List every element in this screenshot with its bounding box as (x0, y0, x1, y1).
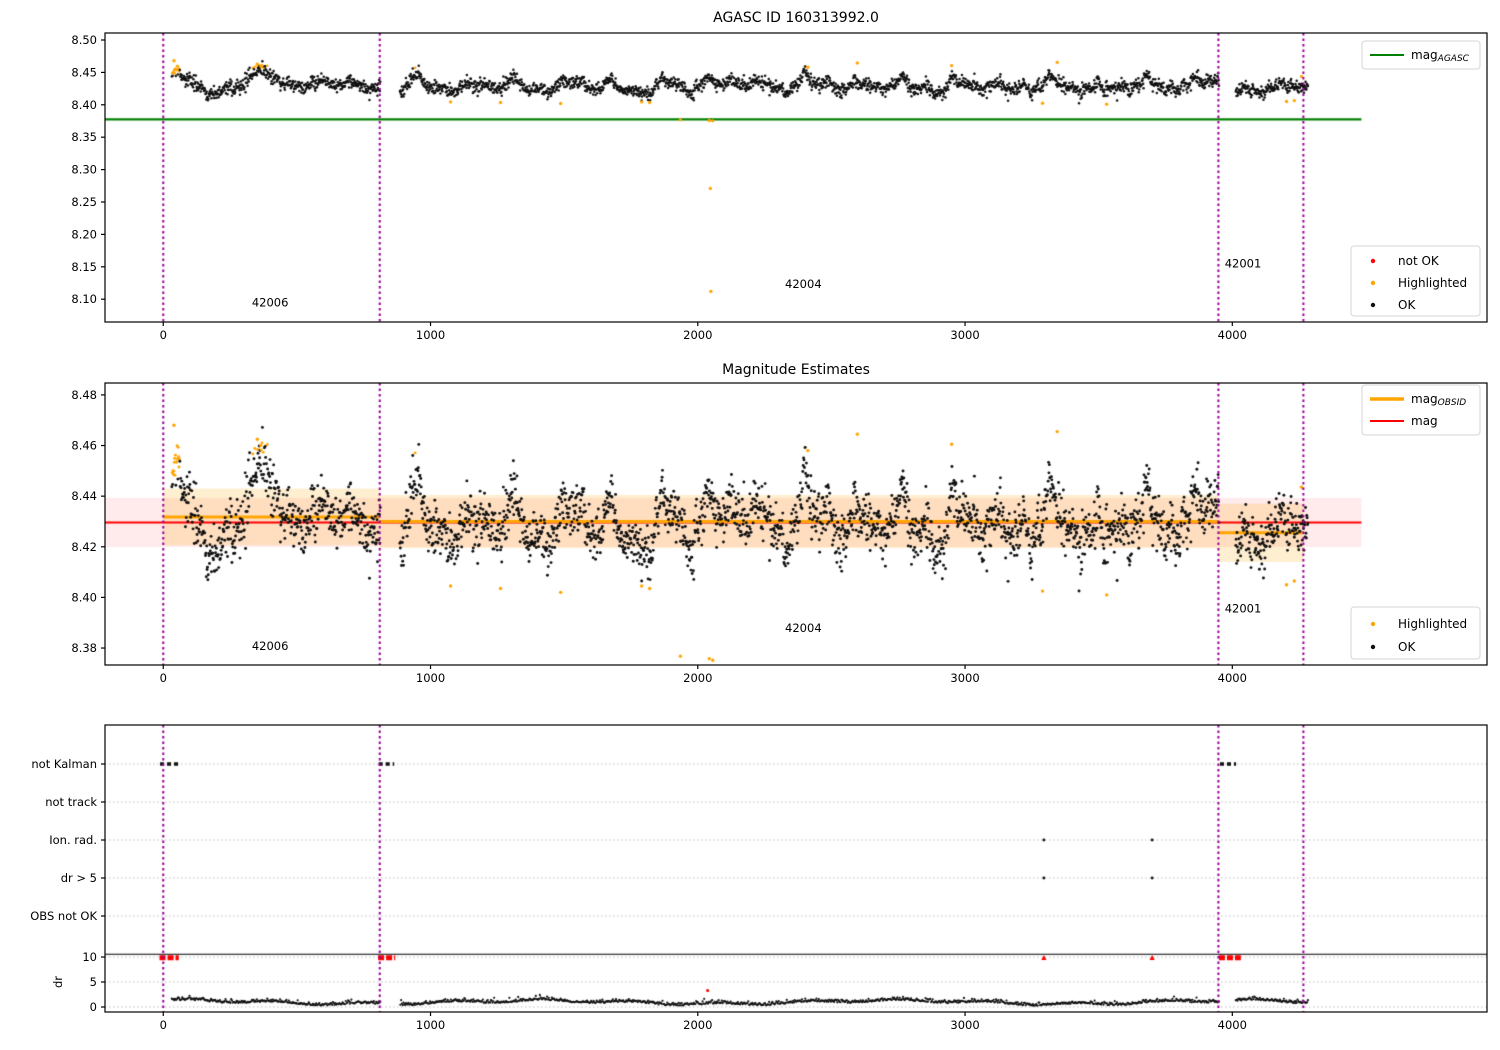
flag-row-label: dr > 5 (61, 871, 97, 885)
dr-tick-label: 10 (82, 950, 97, 964)
obsid-label-top: 42004 (785, 277, 822, 291)
x-tick-label: 3000 (950, 671, 979, 685)
axes-layer: 0 1000 2000 3000 4000 0 1000 2000 3000 4000 0 1000 2… (30, 32, 1488, 1032)
x-tick-label: 1000 (416, 671, 445, 685)
dr-axis-label: dr (51, 976, 65, 988)
x-tick-label: 4000 (1218, 671, 1247, 685)
legend-point-sample (1370, 302, 1376, 308)
obsid-label-middle: 42004 (785, 621, 822, 635)
y-tick-label: 8.50 (71, 33, 97, 47)
x-tick-label: 1000 (416, 1018, 445, 1032)
y-tick-label: 8.40 (71, 98, 97, 112)
y-tick-label: 8.35 (71, 130, 97, 144)
x-tick-label: 1000 (416, 328, 445, 342)
y-tick-label: 8.38 (71, 641, 97, 655)
y-tick-label: 8.45 (71, 65, 97, 79)
y-tick-label: 8.20 (71, 227, 97, 241)
dr-tick-label: 5 (90, 975, 97, 989)
obsid-label-top: 42001 (1225, 256, 1262, 270)
legend-point-sample (1370, 621, 1376, 627)
dr-tick-label: 0 (90, 1000, 97, 1014)
flag-row-label: OBS not OK (30, 909, 97, 923)
obsid-annotations: 42006 42006 42004 42004 42001 42001 (252, 256, 1261, 653)
obsid-label-top: 42006 (252, 295, 289, 309)
magnitude-estimates-figure: AGASC ID 160313992.0 Magnitude Estimates… (0, 0, 1500, 1050)
y-tick-label: 8.48 (71, 388, 97, 402)
x-tick-label: 0 (160, 328, 167, 342)
y-tick-label: 8.40 (71, 590, 97, 604)
legend-label: Highlighted (1398, 617, 1467, 631)
x-tick-label: 2000 (683, 328, 712, 342)
y-tick-label: 8.46 (71, 439, 97, 453)
legend-point-sample (1370, 258, 1376, 264)
x-tick-label: 3000 (950, 328, 979, 342)
bottom-plot-frame (104, 724, 1488, 1013)
x-tick-label: 0 (160, 671, 167, 685)
flag-row-label: not Kalman (31, 757, 97, 771)
middle-plot-title: Magnitude Estimates (722, 362, 870, 378)
legend-point-sample (1370, 280, 1376, 286)
legend-label: mag (1411, 414, 1438, 428)
flag-row-label: Ion. rad. (49, 833, 97, 847)
legend-label: OK (1398, 640, 1416, 654)
x-tick-label: 4000 (1218, 328, 1247, 342)
legend-label: OK (1398, 298, 1416, 312)
legends: magAGASCnot OKHighlightedOKmagOBSIDmagHi… (1350, 40, 1481, 660)
legend-label: not OK (1398, 254, 1440, 268)
y-tick-label: 8.30 (71, 163, 97, 177)
x-tick-label: 3000 (950, 1018, 979, 1032)
y-tick-label: 8.42 (71, 540, 97, 554)
y-tick-label: 8.15 (71, 260, 97, 274)
legend-point-sample (1370, 644, 1376, 650)
obsid-label-middle: 42001 (1225, 602, 1262, 616)
flag-row-label: not track (45, 795, 97, 809)
legend-label: Highlighted (1398, 276, 1467, 290)
y-tick-label: 8.10 (71, 292, 97, 306)
x-tick-label: 4000 (1218, 1018, 1247, 1032)
x-tick-label: 2000 (683, 671, 712, 685)
chart-overlay: AGASC ID 160313992.0 Magnitude Estimates… (30, 10, 1488, 1032)
obsid-label-middle: 42006 (252, 639, 289, 653)
y-tick-label: 8.44 (71, 489, 97, 503)
y-tick-label: 8.25 (71, 195, 97, 209)
x-tick-label: 0 (160, 1018, 167, 1032)
legend-middle-points (1350, 606, 1481, 660)
top-plot-title: AGASC ID 160313992.0 (713, 10, 879, 26)
x-tick-label: 2000 (683, 1018, 712, 1032)
